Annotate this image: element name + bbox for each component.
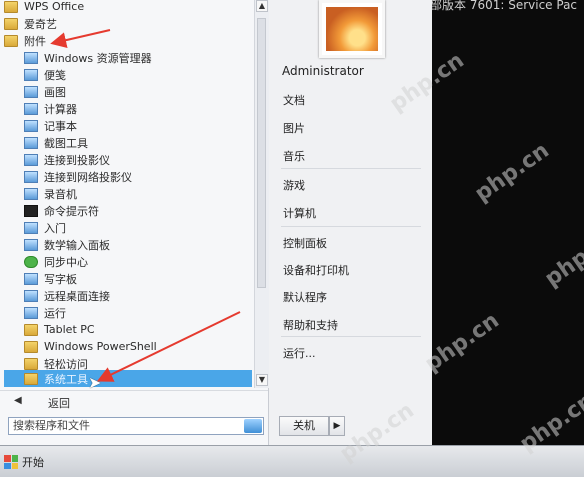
screen: 部版本 7601: Service Pac WPS Office 爱奇艺 附件 … (0, 0, 584, 477)
mouse-cursor-icon: ➤ (88, 373, 102, 392)
annotation-arrows (50, 29, 241, 382)
red-arrow-annotation (50, 29, 111, 48)
red-arrow-annotation (96, 311, 241, 382)
